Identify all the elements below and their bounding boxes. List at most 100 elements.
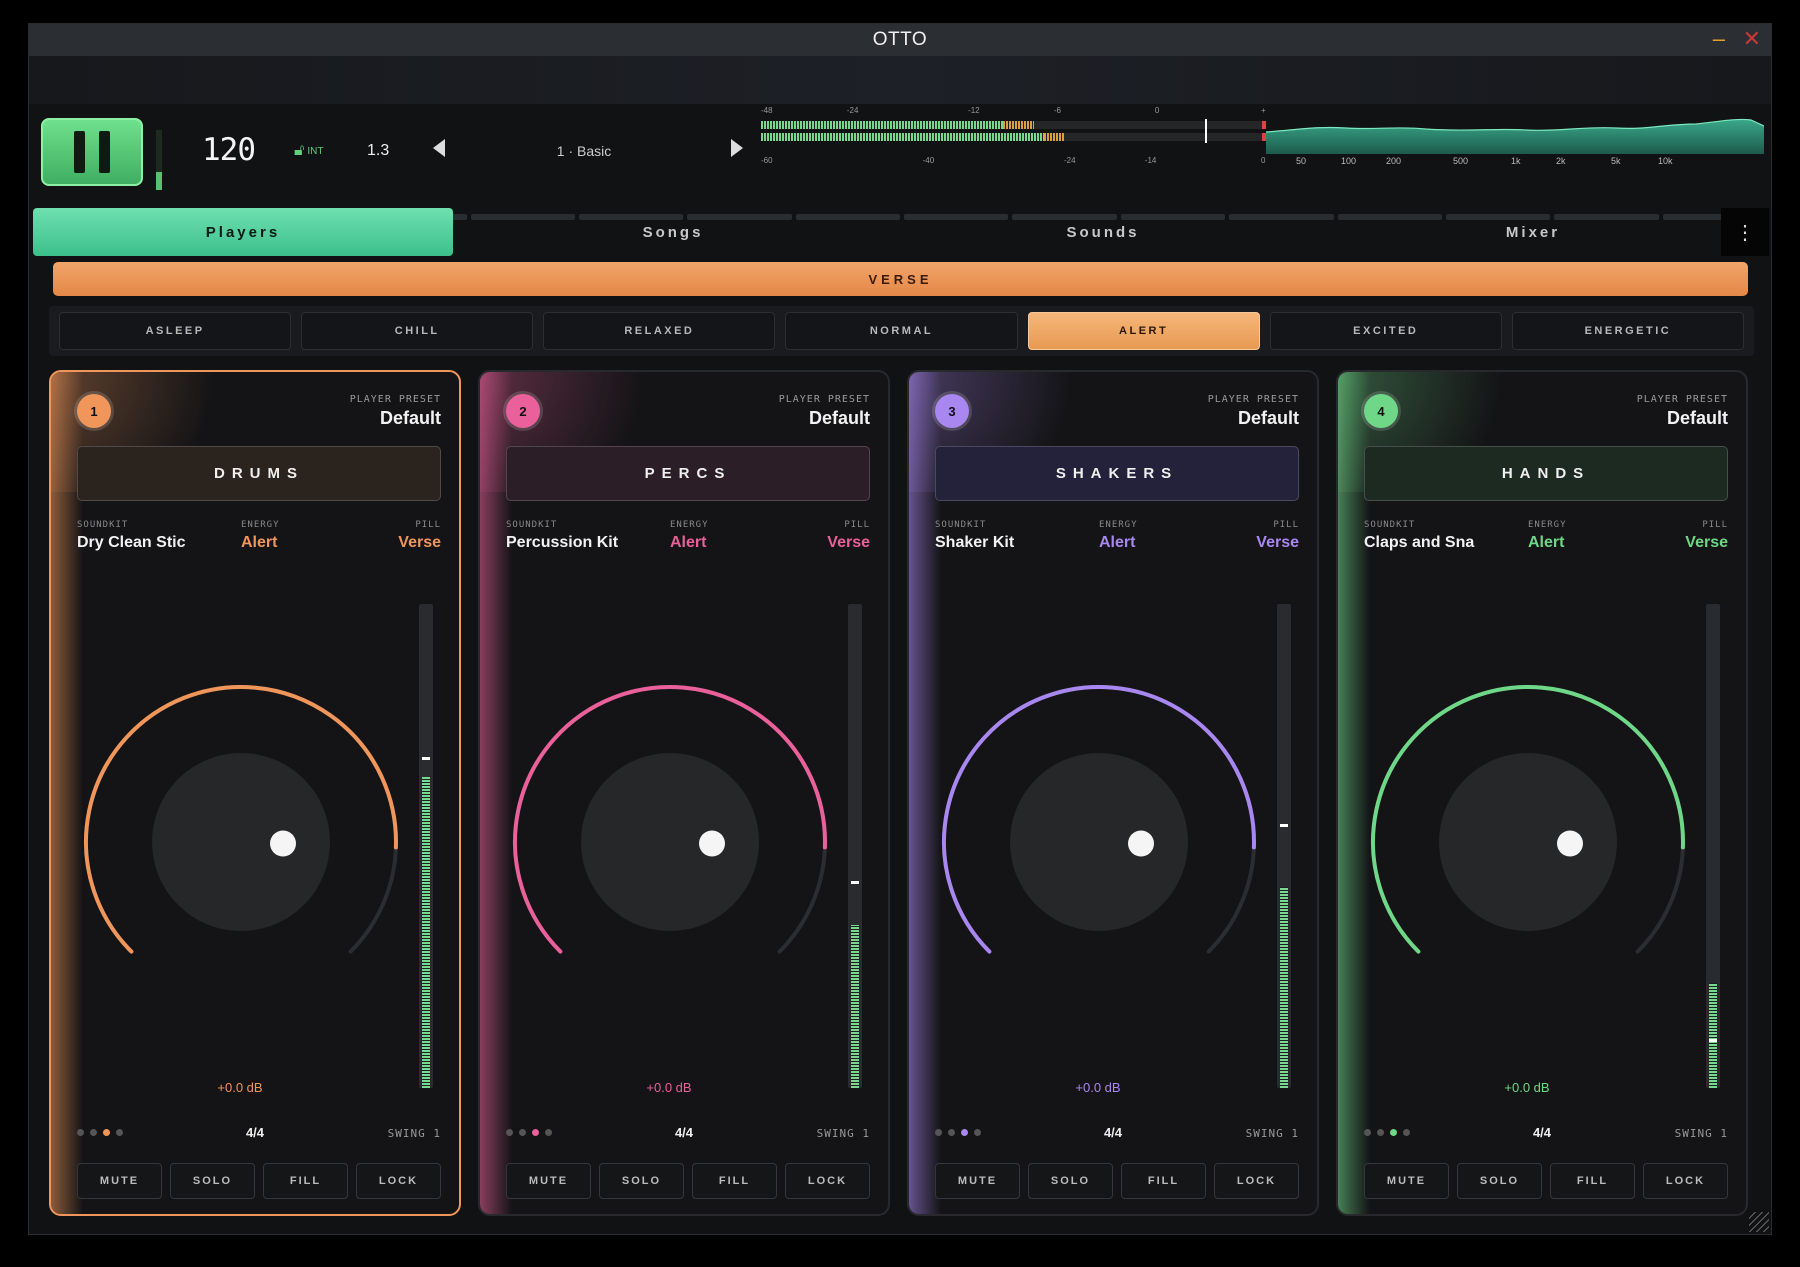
mute-button[interactable]: MUTE [935,1163,1020,1199]
close-icon[interactable]: ✕ [1743,28,1761,50]
energy-chill-button[interactable]: CHILL [301,312,534,350]
soundkit-label: SOUNDKIT [506,520,558,530]
section-bar[interactable]: VERSE [53,262,1748,296]
tab-songs[interactable]: Songs [463,208,883,256]
energy-energetic-button[interactable]: ENERGETIC [1511,312,1744,350]
tempo-source[interactable]: 🔓︎ INT [294,142,323,160]
player-card-percs[interactable]: 2 PLAYER PRESET Default PERCS SOUNDKIT E… [478,370,890,1216]
player-number-badge: 1 [77,394,111,428]
next-pattern-button[interactable] [731,139,743,157]
energy-relaxed-button[interactable]: RELAXED [543,312,776,350]
pill-value[interactable]: Verse [827,534,870,552]
app-window: OTTO – ✕ 120 🔓︎ INT 1.3 1 · Basic -48 -24… [28,23,1772,1235]
tab-mixer[interactable]: Mixer [1323,208,1743,256]
player-card-shakers[interactable]: 3 PLAYER PRESET Default SHAKERS SOUNDKIT… [907,370,1319,1216]
player-name-button[interactable]: SHAKERS [935,446,1299,501]
swing-value[interactable]: SWING 1 [1246,1127,1299,1140]
player-name-button[interactable]: PERCS [506,446,870,501]
meter-scale-tick: -40 [922,156,935,165]
meter-scale-tick: -24 [1064,156,1076,165]
tab-sounds[interactable]: Sounds [893,208,1313,256]
solo-button[interactable]: SOLO [1028,1163,1113,1199]
player-name-button[interactable]: HANDS [1364,446,1728,501]
energy-value[interactable]: Alert [670,534,706,552]
swing-value[interactable]: SWING 1 [817,1127,870,1140]
player-number-badge: 2 [506,394,540,428]
fill-button[interactable]: FILL [692,1163,777,1199]
solo-button[interactable]: SOLO [599,1163,684,1199]
meter-scale-tick: 0 [1260,156,1266,165]
player-buttons: MUTE SOLO FILL LOCK [77,1163,441,1199]
soundkit-value[interactable]: Percussion Kit [506,534,618,552]
minimize-icon[interactable]: – [1713,28,1725,50]
unlock-icon: 🔓︎ [294,142,305,159]
pill-value[interactable]: Verse [1256,534,1299,552]
spectrum-freq-label: 200 [1386,156,1402,166]
lock-button[interactable]: LOCK [1214,1163,1299,1199]
output-level-meters: -48 -24 -12 -6 0 + -60 -40 -24 -14 0 [761,104,1266,174]
energy-label: ENERGY [1528,520,1567,530]
energy-asleep-button[interactable]: ASLEEP [59,312,292,350]
pill-value[interactable]: Verse [1685,534,1728,552]
tempo-display[interactable]: 120 [202,132,256,168]
gain-readout: +0.0 dB [1075,1080,1121,1095]
player-level-meter[interactable] [1706,604,1720,1088]
fill-button[interactable]: FILL [1121,1163,1206,1199]
meter-scale-bottom: -60 -40 -24 -14 0 [761,156,1266,168]
player-preset-label: PLAYER PRESET [778,394,870,405]
swing-value[interactable]: SWING 1 [388,1127,441,1140]
prev-pattern-button[interactable] [433,139,445,157]
fill-button[interactable]: FILL [263,1163,348,1199]
gain-readout: +0.0 dB [646,1080,692,1095]
player-preset-value[interactable]: Default [1667,408,1728,429]
soundkit-value[interactable]: Claps and Sna [1364,534,1474,552]
energy-alert-button[interactable]: ALERT [1027,312,1260,350]
energy-value[interactable]: Alert [1528,534,1564,552]
player-preset-value[interactable]: Default [380,408,441,429]
soundkit-value[interactable]: Shaker Kit [935,534,1014,552]
lock-button[interactable]: LOCK [785,1163,870,1199]
player-card-hands[interactable]: 4 PLAYER PRESET Default HANDS SOUNDKIT E… [1336,370,1748,1216]
player-buttons: MUTE SOLO FILL LOCK [935,1163,1299,1199]
volume-knob[interactable] [929,672,1269,1012]
swing-value[interactable]: SWING 1 [1675,1127,1728,1140]
player-name-button[interactable]: DRUMS [77,446,441,501]
energy-excited-button[interactable]: EXCITED [1269,312,1502,350]
fill-button[interactable]: FILL [1550,1163,1635,1199]
player-number-badge: 4 [1364,394,1398,428]
resize-grip-icon[interactable] [1749,1212,1769,1232]
player-level-meter[interactable] [419,604,433,1088]
meter-scale-tick: + [1260,106,1266,115]
soundkit-value[interactable]: Dry Clean Stic [77,534,185,552]
tab-players[interactable]: Players [33,208,453,256]
lock-button[interactable]: LOCK [1643,1163,1728,1199]
mute-button[interactable]: MUTE [1364,1163,1449,1199]
more-menu-icon[interactable]: ⋮ [1721,208,1769,256]
player-number-badge: 3 [935,394,969,428]
energy-value[interactable]: Alert [1099,534,1135,552]
energy-value[interactable]: Alert [241,534,277,552]
lock-button[interactable]: LOCK [356,1163,441,1199]
pause-button[interactable] [41,118,143,186]
solo-button[interactable]: SOLO [1457,1163,1542,1199]
spectrum-freq-label: 100 [1341,156,1357,166]
pattern-name[interactable]: 1 · Basic [509,143,659,159]
mute-button[interactable]: MUTE [77,1163,162,1199]
player-level-meter[interactable] [848,604,862,1088]
player-preset-value[interactable]: Default [1238,408,1299,429]
volume-knob[interactable] [71,672,411,1012]
pill-value[interactable]: Verse [398,534,441,552]
energy-normal-button[interactable]: NORMAL [785,312,1018,350]
gain-readout: +0.0 dB [217,1080,263,1095]
player-card-drums[interactable]: 1 PLAYER PRESET Default DRUMS SOUNDKIT E… [49,370,461,1216]
player-preset-value[interactable]: Default [809,408,870,429]
volume-knob[interactable] [500,672,840,1012]
player-level-meter[interactable] [1277,604,1291,1088]
spectrum-freq-label: 2k [1556,156,1566,166]
volume-knob[interactable] [1358,672,1698,1012]
energy-label: ENERGY [670,520,709,530]
player-preset-label: PLAYER PRESET [1636,394,1728,405]
mute-button[interactable]: MUTE [506,1163,591,1199]
solo-button[interactable]: SOLO [170,1163,255,1199]
pill-label: PILL [1273,520,1299,530]
